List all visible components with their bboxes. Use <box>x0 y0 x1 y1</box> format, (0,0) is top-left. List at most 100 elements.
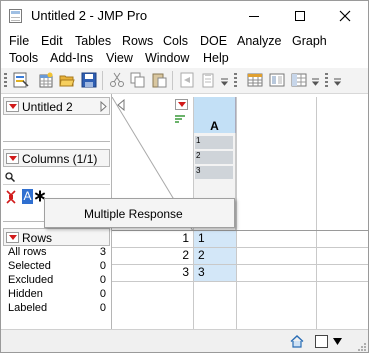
table-name[interactable]: Untitled 2 <box>22 100 73 114</box>
clipboard-icon[interactable] <box>200 72 216 88</box>
search-icon[interactable] <box>5 172 15 182</box>
jmp-home-icon[interactable] <box>13 72 29 88</box>
close-button[interactable] <box>322 1 368 31</box>
column-item-a[interactable]: A <box>22 189 33 204</box>
summary-bar-1 <box>195 136 233 149</box>
menu-view[interactable]: View <box>106 51 133 65</box>
grid-line <box>112 281 368 282</box>
rows-count-hidden: 0 <box>99 288 106 300</box>
row-number-1[interactable]: 1 <box>173 231 189 245</box>
menu-edit[interactable]: Edit <box>41 34 63 48</box>
expand-right-icon[interactable] <box>100 101 107 112</box>
search-divider <box>3 184 110 185</box>
row-number-2[interactable]: 2 <box>173 248 189 262</box>
status-bar <box>1 329 368 352</box>
table-red-triangle-icon[interactable] <box>6 101 19 112</box>
summary-value-2: 2 <box>196 151 201 160</box>
rows-label-selected: Selected <box>8 260 51 272</box>
toolbar-separator <box>102 71 103 90</box>
rows-summary: All rows 3 Selected 0 Excluded 0 Hidden … <box>3 246 110 318</box>
maximize-icon <box>295 11 305 21</box>
header-bottom-line <box>112 230 368 231</box>
column-header-a-label: A <box>210 119 219 133</box>
panel-divider <box>3 141 110 142</box>
data-cell-value: 2 <box>198 248 205 262</box>
rows-label-hidden: Hidden <box>8 288 43 300</box>
data-cell-value: 1 <box>198 231 205 245</box>
menu-window[interactable]: Window <box>145 51 189 65</box>
rows-count-all: 3 <box>99 246 106 258</box>
window-list-icon[interactable] <box>315 335 328 348</box>
menu-doe[interactable]: DOE <box>200 34 227 48</box>
copy-icon[interactable] <box>130 72 146 88</box>
toolbar-separator <box>172 71 173 90</box>
rows-count-selected: 0 <box>99 260 106 272</box>
table-layout-icon[interactable] <box>291 72 307 88</box>
data-table-icon <box>9 9 22 23</box>
open-folder-icon[interactable] <box>59 72 75 88</box>
maximize-button[interactable] <box>277 1 323 31</box>
toolbar-grip[interactable] <box>234 73 237 89</box>
data-grid-icon[interactable] <box>247 72 263 88</box>
toolbar <box>1 68 368 94</box>
summary-value-1: 1 <box>196 136 201 145</box>
columns-view-icon[interactable] <box>269 72 285 88</box>
rows-label-all: All rows <box>8 246 47 258</box>
title-bar: Untitled 2 - JMP Pro <box>1 1 368 31</box>
rows-label-excluded: Excluded <box>8 274 54 286</box>
menu-tables[interactable]: Tables <box>75 34 111 48</box>
resize-grip-icon[interactable] <box>357 342 367 352</box>
grid-line <box>112 247 368 248</box>
menu-tools[interactable]: Tools <box>9 51 38 65</box>
menu-add-ins[interactable]: Add-Ins <box>50 51 93 65</box>
save-icon[interactable] <box>81 72 97 88</box>
toolbar-grip[interactable] <box>325 73 328 89</box>
columns-red-triangle-icon[interactable] <box>6 153 19 164</box>
menu-item-multiple-response[interactable]: Multiple Response <box>84 207 183 221</box>
paste-icon[interactable] <box>151 72 167 88</box>
menu-analyze[interactable]: Analyze <box>237 34 281 48</box>
dropdown-icon[interactable] <box>333 338 342 345</box>
data-cell[interactable]: 1 <box>194 231 236 247</box>
row-number-3[interactable]: 3 <box>173 265 189 279</box>
columns-panel-header: Columns (1/1) <box>3 149 110 167</box>
summary-value-3: 3 <box>196 166 201 175</box>
rows-red-triangle-icon[interactable] <box>6 232 19 243</box>
column-header-a[interactable]: A <box>193 97 236 133</box>
summary-bar-3 <box>195 166 233 179</box>
grid-line <box>112 264 368 265</box>
new-table-icon[interactable] <box>38 72 54 88</box>
menu-file[interactable]: File <box>9 34 29 48</box>
minimize-icon <box>249 15 259 17</box>
data-cell-value: 3 <box>198 265 205 279</box>
toolbar-overflow-icon[interactable] <box>221 78 228 86</box>
rows-panel-header: Rows <box>3 228 110 246</box>
rows-panel-title: Rows <box>22 231 53 245</box>
toolbar-overflow-icon[interactable] <box>334 78 341 86</box>
summary-bar-2 <box>195 151 233 164</box>
jmp-window: Untitled 2 - JMP Pro File Edit Tables Ro… <box>0 0 369 353</box>
grid-line <box>236 97 237 329</box>
rows-count-excluded: 0 <box>99 274 106 286</box>
home-icon[interactable] <box>290 335 304 348</box>
toolbar-overflow-icon[interactable] <box>312 78 319 86</box>
context-menu: Multiple Response <box>44 198 235 228</box>
window-title: Untitled 2 - JMP Pro <box>31 8 148 23</box>
close-icon <box>339 10 351 22</box>
menu-graph[interactable]: Graph <box>292 34 327 48</box>
data-cell[interactable]: 3 <box>194 265 236 281</box>
menu-rows[interactable]: Rows <box>122 34 153 48</box>
rows-count-labeled: 0 <box>99 302 106 314</box>
menu-help[interactable]: Help <box>203 51 229 65</box>
cut-icon[interactable] <box>109 72 125 88</box>
minimize-button[interactable] <box>231 1 277 31</box>
script-icon[interactable] <box>179 72 195 88</box>
grid-line <box>316 97 317 329</box>
table-panel-header: Untitled 2 <box>3 97 110 115</box>
data-cell[interactable]: 2 <box>194 248 236 264</box>
columns-panel-title: Columns (1/1) <box>22 152 98 166</box>
menu-bar: File Edit Tables Rows Cols DOE Analyze G… <box>1 31 368 69</box>
toolbar-grip[interactable] <box>4 73 7 89</box>
rows-label-labeled: Labeled <box>8 302 48 314</box>
menu-cols[interactable]: Cols <box>163 34 188 48</box>
